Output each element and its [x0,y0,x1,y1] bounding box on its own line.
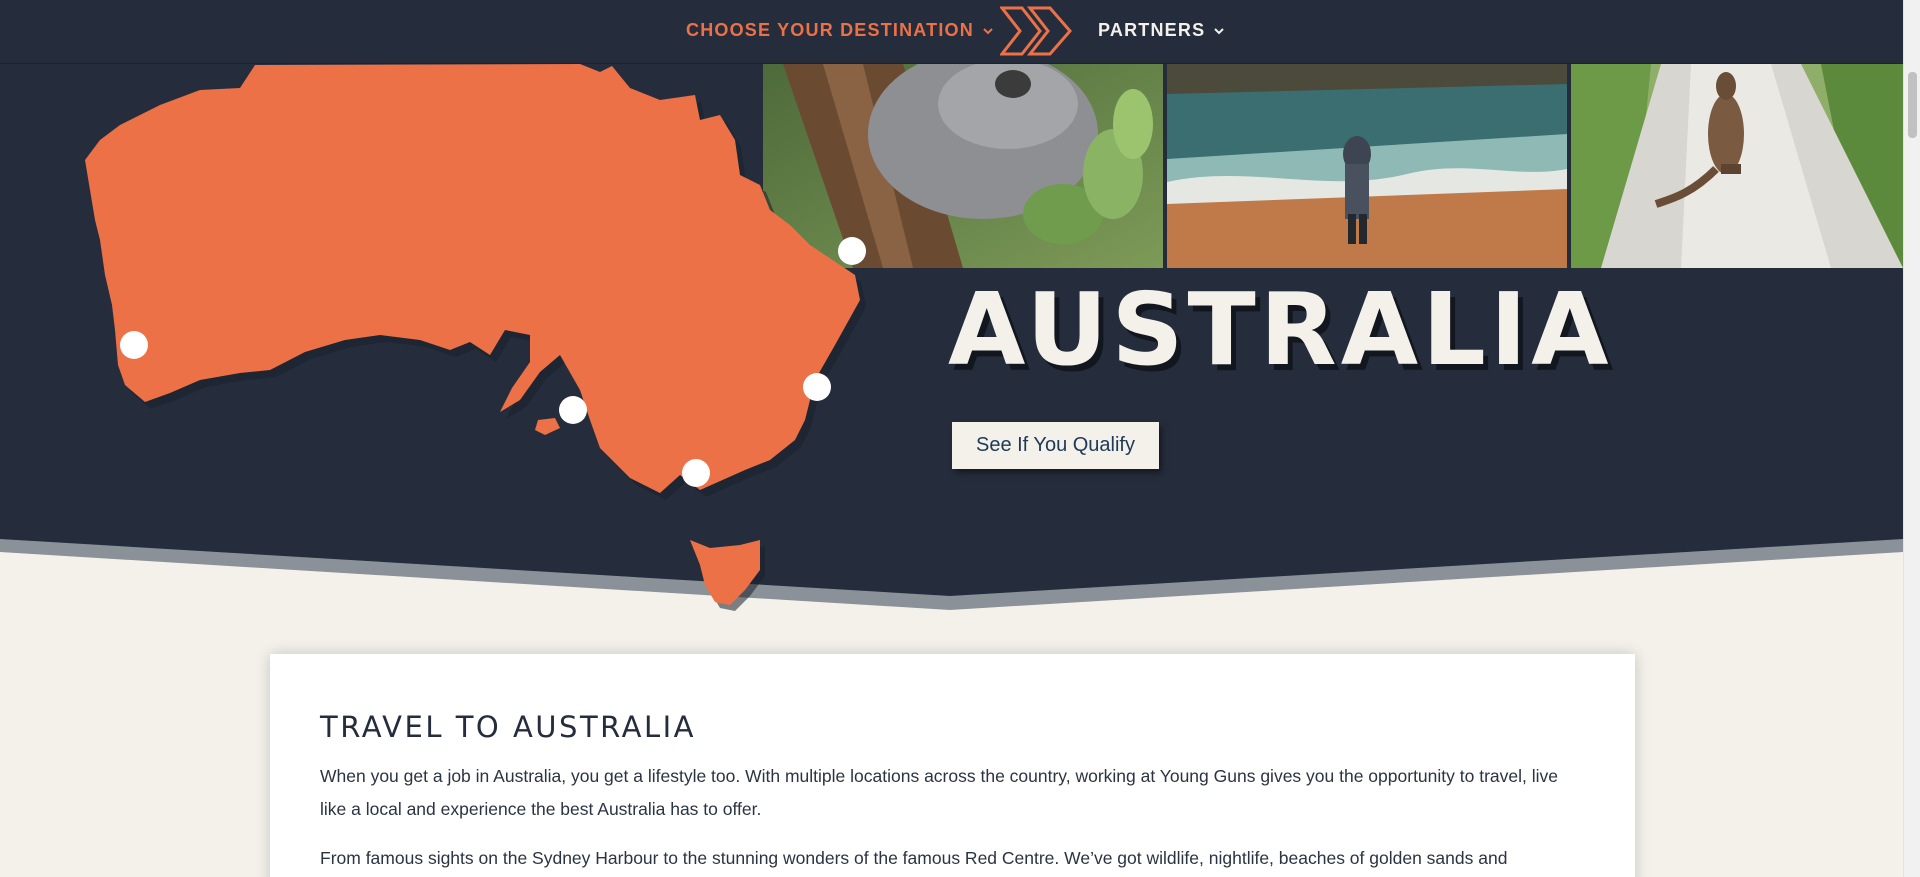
chevron-down-icon [1214,27,1224,34]
see-if-you-qualify-button[interactable]: See If You Qualify [952,422,1159,469]
page-scrollbar[interactable] [1903,0,1920,877]
sights-paragraph: From famous sights on the Sydney Harbour… [320,848,1508,868]
hero-section: AUSTRALIA See If You Qualify [0,0,1903,612]
partners-dropdown[interactable]: PARTNERS [1098,20,1225,41]
top-navigation: CHOOSE YOUR DESTINATION PARTNERS [0,0,1903,64]
map-marker-brisbane[interactable] [838,237,866,265]
scrollbar-thumb[interactable] [1908,72,1917,138]
chevron-down-icon [983,27,993,34]
australia-map [85,64,866,611]
kangaroo-photo [1571,64,1903,268]
choose-destination-dropdown[interactable]: CHOOSE YOUR DESTINATION [686,20,994,41]
page: AUSTRALIA See If You Qualify CHOOSE YOUR… [0,0,1903,877]
section-heading: TRAVEL TO AUSTRALIA [320,710,697,744]
map-marker-sydney[interactable] [803,373,831,401]
travel-to-australia-card: TRAVEL TO AUSTRALIA When you get a job i… [270,654,1635,877]
map-marker-melbourne[interactable] [682,459,710,487]
hero-title: AUSTRALIA [948,271,1613,388]
map-marker-adelaide[interactable] [559,396,587,424]
beach-photo [1167,64,1567,268]
partners-label: PARTNERS [1098,20,1206,40]
map-marker-perth[interactable] [120,331,148,359]
choose-destination-label: CHOOSE YOUR DESTINATION [686,20,974,40]
intro-paragraph: When you get a job in Australia, you get… [320,766,1558,819]
double-chevron-logo[interactable] [1000,6,1078,56]
